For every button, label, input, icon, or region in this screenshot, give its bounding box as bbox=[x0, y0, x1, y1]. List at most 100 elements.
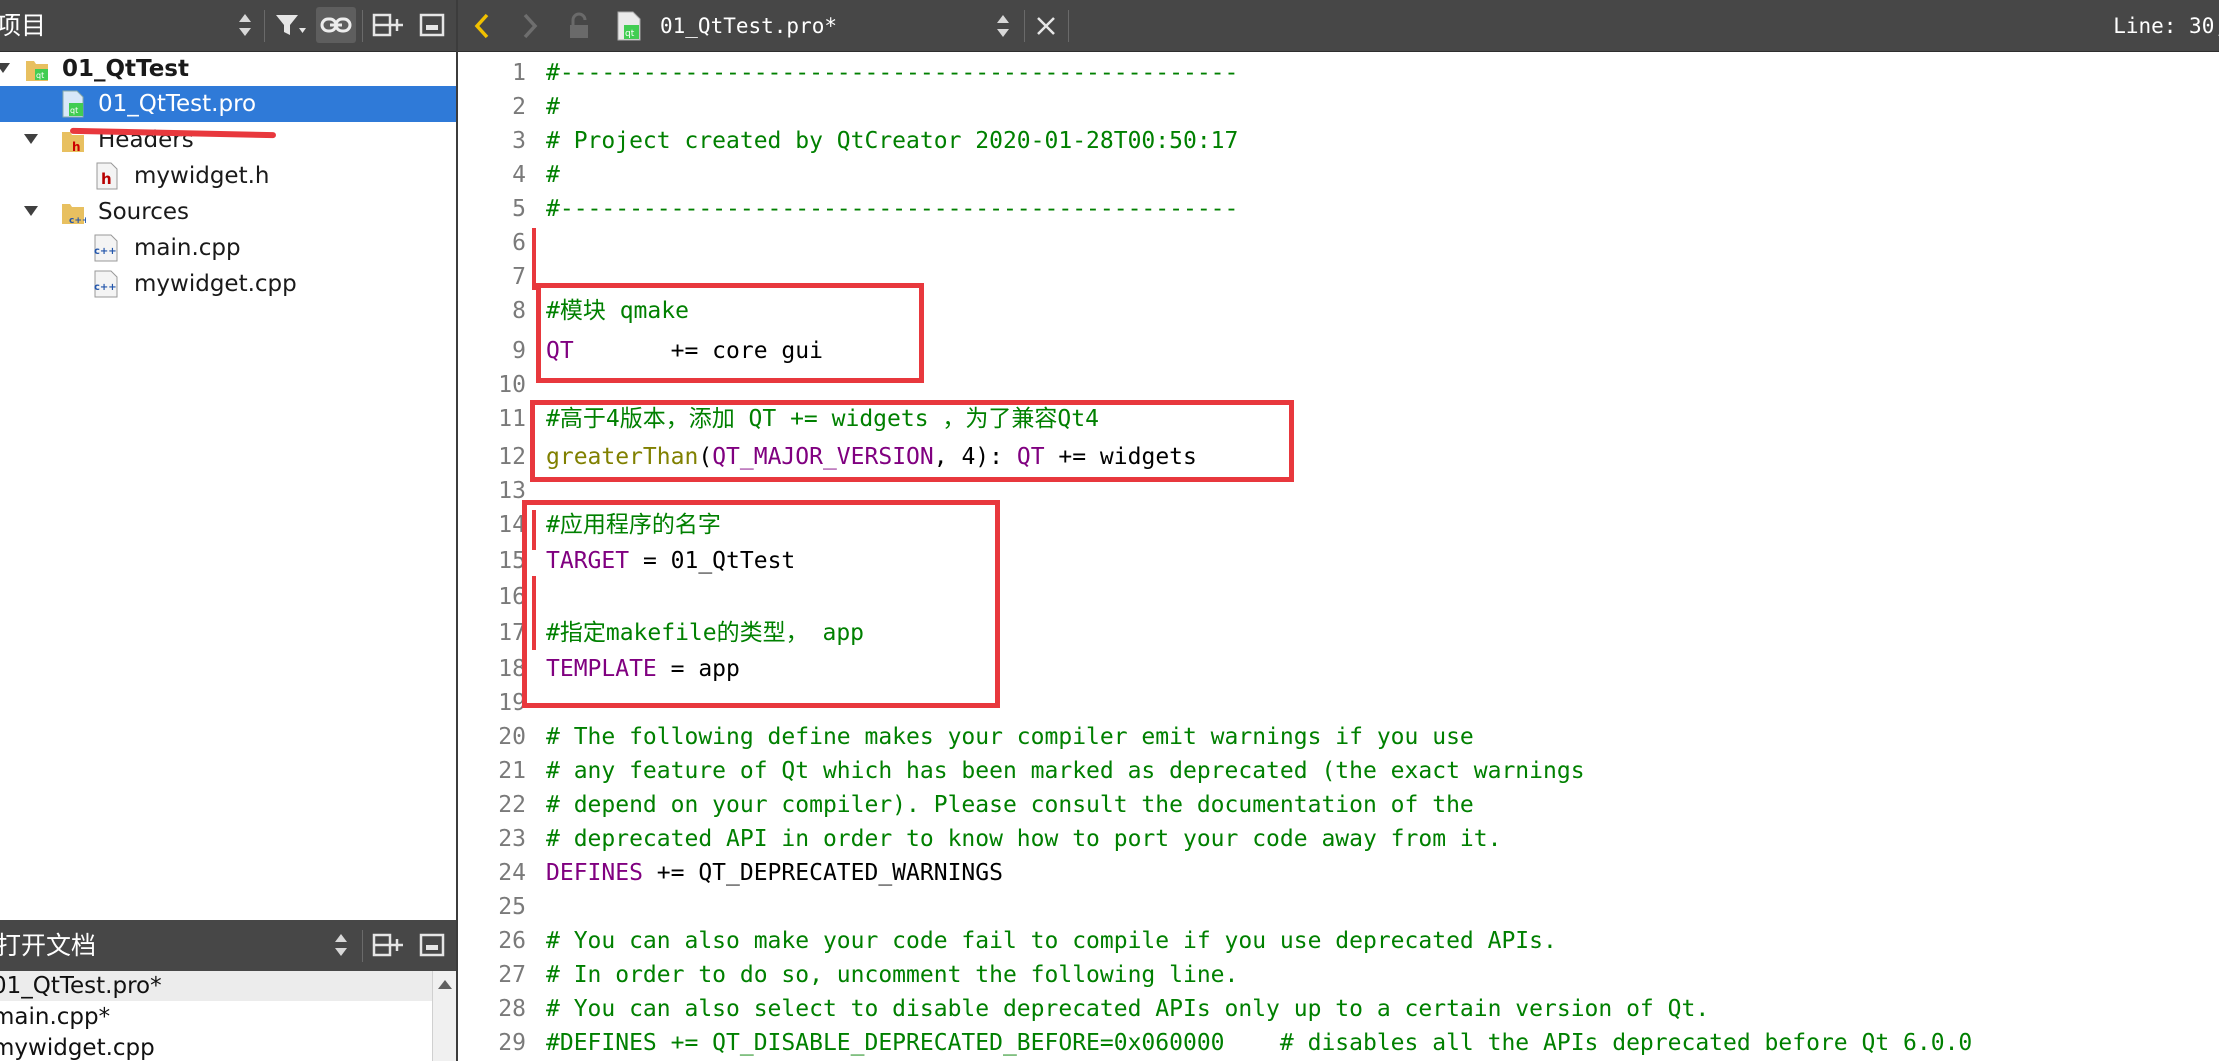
code-line[interactable]: # bbox=[546, 92, 560, 122]
link-editor-icon[interactable] bbox=[316, 7, 356, 43]
code-token: # bbox=[546, 94, 560, 120]
code-line[interactable]: # The following define makes your compil… bbox=[546, 722, 1474, 752]
line-number: 5 bbox=[512, 196, 526, 222]
code-token: #指定makefile的类型， app bbox=[546, 620, 865, 646]
tree-item-sources[interactable]: c++ Sources bbox=[0, 194, 456, 230]
tree-item-project[interactable]: qt 01_QtTest bbox=[0, 51, 456, 87]
line-number: 20 bbox=[498, 724, 526, 750]
code-editor[interactable]: #---------------------------------------… bbox=[534, 52, 2219, 1061]
cpp-file-icon: c++ bbox=[92, 270, 118, 298]
svg-text:c++: c++ bbox=[94, 246, 117, 257]
expand-arrow-icon[interactable] bbox=[24, 134, 38, 144]
open-doc-label: 01_QtTest.pro* bbox=[0, 973, 162, 999]
tree-item-label: 01_QtTest.pro bbox=[98, 91, 257, 117]
line-number: 9 bbox=[512, 338, 526, 364]
close-sidebar-icon[interactable] bbox=[414, 7, 450, 43]
code-line[interactable]: #指定makefile的类型， app bbox=[546, 618, 864, 648]
code-line[interactable]: # bbox=[546, 160, 560, 190]
sources-folder-icon: c++ bbox=[60, 198, 89, 226]
code-line[interactable]: # Project created by QtCreator 2020-01-2… bbox=[546, 126, 1238, 156]
view-select-arrows-icon[interactable] bbox=[330, 927, 352, 963]
header-file-icon: h bbox=[94, 162, 120, 190]
code-token: QT_MAJOR_VERSION bbox=[712, 444, 934, 470]
svg-text:h: h bbox=[72, 140, 81, 154]
open-doc-item[interactable]: mywidget.cpp bbox=[0, 1033, 432, 1061]
code-line[interactable]: # You can also select to disable depreca… bbox=[546, 994, 1709, 1024]
projects-title: 项目 bbox=[0, 11, 47, 40]
tree-item-mywidget-h[interactable]: h mywidget.h bbox=[0, 158, 456, 194]
expand-arrow-icon[interactable] bbox=[24, 206, 38, 216]
open-documents-scrollbar[interactable] bbox=[432, 971, 457, 1061]
code-line[interactable]: DEFINES += QT_DEPRECATED_WARNINGS bbox=[546, 858, 1003, 888]
code-token: QT bbox=[1016, 444, 1045, 470]
forward-arrow-icon[interactable] bbox=[516, 8, 544, 44]
view-select-arrows-icon[interactable] bbox=[234, 7, 256, 43]
open-doc-item[interactable]: 01_QtTest.pro* bbox=[0, 971, 432, 1001]
code-line[interactable]: # any feature of Qt which has been marke… bbox=[546, 756, 1585, 786]
expand-arrow-icon[interactable] bbox=[0, 63, 10, 73]
pro-file-icon: qt bbox=[60, 90, 86, 118]
code-line[interactable]: # deprecated API in order to know how to… bbox=[546, 824, 1501, 854]
code-token: DEFINES bbox=[546, 860, 643, 886]
line-number-gutter: 1 2 3 4 5 6 7 8 9 10 11 12 13 14 15 16 17 18 19 20 21 22 23 24 2… bbox=[458, 52, 534, 1061]
tree-item-pro-file[interactable]: qt 01_QtTest.pro bbox=[0, 86, 456, 122]
line-number: 14 bbox=[498, 512, 526, 538]
file-select-arrows-icon[interactable] bbox=[992, 8, 1014, 44]
code-line[interactable]: TARGET = 01_QtTest bbox=[546, 546, 795, 576]
split-icon[interactable] bbox=[368, 927, 408, 963]
svg-text:h: h bbox=[101, 170, 112, 188]
code-token: #高于4版本，添加 QT += widgets ，为了兼容Qt4 bbox=[546, 406, 1099, 432]
code-token: #应用程序的名字 bbox=[546, 512, 721, 538]
code-line[interactable]: TEMPLATE = app bbox=[546, 654, 740, 684]
code-token: , 4): bbox=[933, 444, 1017, 470]
code-line[interactable]: QT += core gui bbox=[546, 336, 823, 366]
scroll-up-arrow-icon[interactable] bbox=[433, 975, 457, 995]
code-line[interactable]: # You can also make your code fail to co… bbox=[546, 926, 1557, 956]
line-number: 17 bbox=[498, 620, 526, 646]
open-doc-item[interactable]: main.cpp* bbox=[0, 1002, 432, 1032]
line-number: 19 bbox=[498, 690, 526, 716]
lock-icon[interactable] bbox=[564, 8, 594, 44]
code-line[interactable]: # depend on your compiler). Please consu… bbox=[546, 790, 1474, 820]
qt-project-icon: qt bbox=[24, 55, 50, 83]
code-line[interactable]: #---------------------------------------… bbox=[546, 194, 1238, 224]
split-icon[interactable] bbox=[368, 7, 408, 43]
tree-item-label: main.cpp bbox=[134, 235, 241, 261]
annotation-mark bbox=[532, 576, 536, 650]
close-panel-icon[interactable] bbox=[414, 927, 450, 963]
filter-icon[interactable] bbox=[270, 7, 310, 43]
code-line[interactable]: #模块 qmake bbox=[546, 296, 689, 326]
line-number: 1 bbox=[512, 60, 526, 86]
line-number: 18 bbox=[498, 656, 526, 682]
annotation-mark bbox=[532, 510, 536, 550]
code-line[interactable]: #应用程序的名字 bbox=[546, 510, 721, 540]
code-token: # depend on your compiler). Please consu… bbox=[546, 792, 1474, 818]
tree-item-main-cpp[interactable]: c++ main.cpp bbox=[0, 230, 456, 266]
cursor-position[interactable]: Line: 30, bbox=[2113, 0, 2219, 53]
open-file-name[interactable]: 01_QtTest.pro* bbox=[660, 0, 837, 53]
code-line[interactable]: #---------------------------------------… bbox=[546, 58, 1238, 88]
code-line[interactable]: #高于4版本，添加 QT += widgets ，为了兼容Qt4 bbox=[546, 404, 1099, 434]
line-number: 15 bbox=[498, 548, 526, 574]
code-token: = 01_QtTest bbox=[629, 548, 796, 574]
line-number: 25 bbox=[498, 894, 526, 920]
editor-toolbar: qt 01_QtTest.pro* Line: 30, bbox=[458, 0, 2219, 52]
close-file-icon[interactable] bbox=[1030, 8, 1062, 44]
line-number: 27 bbox=[498, 962, 526, 988]
open-documents-list: 01_QtTest.pro* main.cpp* mywidget.cpp bbox=[0, 971, 436, 1061]
tree-item-mywidget-cpp[interactable]: c++ mywidget.cpp bbox=[0, 266, 456, 302]
tree-item-headers[interactable]: h Headers bbox=[0, 122, 456, 158]
code-line[interactable]: greaterThan(QT_MAJOR_VERSION, 4): QT += … bbox=[546, 442, 1197, 472]
line-number: 11 bbox=[498, 406, 526, 432]
code-token: # In order to do so, uncomment the follo… bbox=[546, 962, 1239, 988]
code-token: #---------------------------------------… bbox=[546, 60, 1239, 86]
code-line[interactable]: #DEFINES += QT_DISABLE_DEPRECATED_BEFORE… bbox=[546, 1028, 1972, 1058]
code-line[interactable]: # In order to do so, uncomment the follo… bbox=[546, 960, 1238, 990]
back-arrow-icon[interactable] bbox=[468, 8, 496, 44]
pro-file-icon: qt bbox=[612, 8, 646, 44]
line-number: 23 bbox=[498, 826, 526, 852]
code-token: TARGET bbox=[546, 548, 630, 574]
line-number: 10 bbox=[498, 372, 526, 398]
annotation-mark bbox=[532, 228, 536, 290]
code-token: = app bbox=[656, 656, 740, 682]
